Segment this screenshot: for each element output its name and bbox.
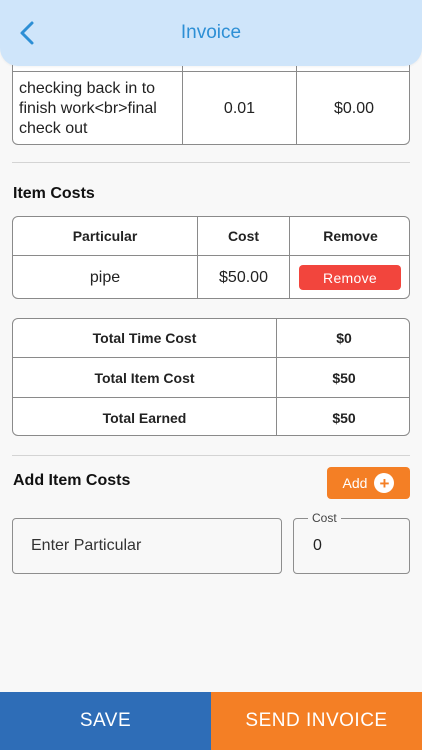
- particular-input[interactable]: [13, 519, 281, 573]
- time-entry-hours: 0.01: [223, 99, 256, 117]
- item-costs-table: Particular Cost Remove pipe $50.00 Remov…: [12, 216, 410, 299]
- save-button[interactable]: SAVE: [0, 692, 211, 750]
- send-invoice-button[interactable]: SEND INVOICE: [211, 692, 422, 750]
- total-item-cost-value: $50: [332, 369, 356, 386]
- section-divider: [12, 162, 410, 163]
- totals-table: Total Time Cost $0 Total Item Cost $50 T…: [12, 318, 410, 436]
- time-entry-cost: $0.00: [333, 99, 375, 117]
- remove-item-button[interactable]: Remove: [299, 265, 401, 290]
- cost-field[interactable]: Cost: [293, 511, 410, 574]
- total-time-cost-value: $0: [336, 330, 352, 346]
- column-header-cost: Cost: [227, 228, 260, 244]
- item-costs-title: Item Costs: [13, 185, 95, 202]
- total-item-cost-label: Total Item Cost: [94, 369, 195, 386]
- add-item-button[interactable]: Add +: [327, 467, 410, 499]
- item-cost: $50.00: [219, 269, 268, 286]
- plus-circle-icon: +: [374, 473, 395, 493]
- total-earned-value: $50: [332, 409, 356, 426]
- column-header-particular: Particular: [72, 228, 138, 244]
- time-entry-description: checking back in to finish work<br>final…: [19, 80, 157, 137]
- column-header-remove: Remove: [323, 228, 378, 244]
- section-divider: [12, 455, 410, 456]
- add-button-label: Add: [342, 475, 368, 491]
- cost-input[interactable]: [294, 519, 409, 573]
- total-earned-label: Total Earned: [102, 409, 187, 426]
- add-item-costs-title: Add Item Costs: [13, 472, 131, 489]
- app-header: Invoice: [0, 0, 422, 66]
- page-title: Invoice: [180, 22, 242, 43]
- item-particular: pipe: [89, 269, 121, 286]
- total-time-cost-label: Total Time Cost: [92, 330, 197, 346]
- particular-field[interactable]: [12, 518, 282, 574]
